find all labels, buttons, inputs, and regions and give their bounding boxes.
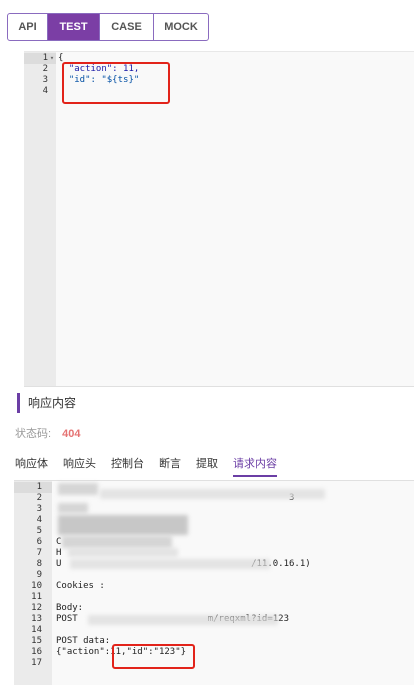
response-title: 响应内容: [17, 393, 76, 413]
line-number: 11: [31, 592, 42, 602]
code-line: 10 Cookies :: [14, 581, 311, 592]
redacted-region: [70, 559, 270, 569]
tab-assertions[interactable]: 断言: [159, 455, 181, 477]
fold-gap: [42, 581, 52, 592]
annotation-box: [62, 62, 170, 104]
fold-gap: [42, 636, 52, 647]
redacted-region: [58, 483, 98, 495]
code-text: H: [56, 548, 62, 558]
fold-gap: [42, 603, 52, 614]
annotation-box: [112, 644, 195, 669]
code-text: Cookies :: [56, 581, 105, 591]
mode-tabs: API TEST CASE MOCK: [7, 13, 209, 41]
status-code: 404: [62, 428, 81, 440]
fold-gap: [42, 482, 52, 493]
code-line: 11: [14, 592, 311, 603]
line-number: 3: [42, 75, 48, 85]
fold-gap: [42, 493, 52, 504]
redacted-region: [58, 515, 188, 535]
tab-request-content[interactable]: 请求内容: [233, 455, 277, 477]
line-number: 2: [36, 493, 42, 503]
fold-toggle-icon: [48, 86, 56, 97]
line-number: 12: [31, 603, 42, 613]
tab-console[interactable]: 控制台: [111, 455, 144, 477]
tab-response-headers[interactable]: 响应头: [63, 455, 96, 477]
code-line: 9: [14, 570, 311, 581]
line-number: 8: [36, 559, 42, 569]
fold-gap: [42, 559, 52, 570]
fold-gap: [42, 570, 52, 581]
line-number: 3: [36, 504, 42, 514]
tab-extract[interactable]: 提取: [196, 455, 218, 477]
line-number: 7: [36, 548, 42, 558]
tab-test[interactable]: TEST: [48, 14, 100, 40]
fold-gap: [42, 592, 52, 603]
redacted-region: [88, 615, 278, 625]
line-number: 16: [31, 647, 42, 657]
line-number: 1: [24, 53, 48, 64]
fold-gap: [42, 515, 52, 526]
line-number: 17: [31, 658, 42, 668]
code-text: C: [56, 537, 62, 547]
line-number: 1: [14, 482, 42, 493]
status-label: 状态码:: [15, 428, 52, 440]
fold-gap: [42, 625, 52, 636]
redacted-region: [100, 489, 325, 499]
fold-gap: [42, 526, 52, 537]
fold-toggle-icon[interactable]: ▾: [48, 53, 56, 64]
line-number: 10: [31, 581, 42, 591]
redacted-region: [62, 536, 172, 548]
editor-gutter: [24, 52, 56, 386]
line-number: 6: [36, 537, 42, 547]
fold-gap: [42, 658, 52, 669]
code-line: 12 Body:: [14, 603, 311, 614]
fold-gap: [42, 537, 52, 548]
fold-gap: [42, 614, 52, 625]
status-row: 状态码: 404: [15, 425, 80, 441]
tab-api[interactable]: API: [8, 14, 48, 40]
fold-gap: [42, 504, 52, 515]
tab-response-body[interactable]: 响应体: [15, 455, 48, 477]
fold-toggle-icon: [48, 64, 56, 75]
fold-toggle-icon: [48, 75, 56, 86]
response-tabs: 响应体 响应头 控制台 断言 提取 请求内容: [15, 455, 292, 477]
line-number: 5: [36, 526, 42, 536]
code-line: 14: [14, 625, 311, 636]
tab-case[interactable]: CASE: [100, 14, 154, 40]
line-number: 4: [42, 86, 48, 96]
line-number: 15: [31, 636, 42, 646]
line-number: 14: [31, 625, 42, 635]
redacted-region: [58, 503, 88, 513]
line-number: 4: [36, 515, 42, 525]
line-number: 2: [42, 64, 48, 74]
code-text: Body:: [56, 603, 84, 613]
fold-gap: [42, 647, 52, 658]
redacted-region: [68, 548, 178, 557]
line-number: 13: [31, 614, 42, 624]
line-number: 9: [36, 570, 42, 580]
tab-mock[interactable]: MOCK: [154, 14, 208, 40]
code-text: POST data:: [56, 636, 111, 646]
fold-gap: [42, 548, 52, 559]
